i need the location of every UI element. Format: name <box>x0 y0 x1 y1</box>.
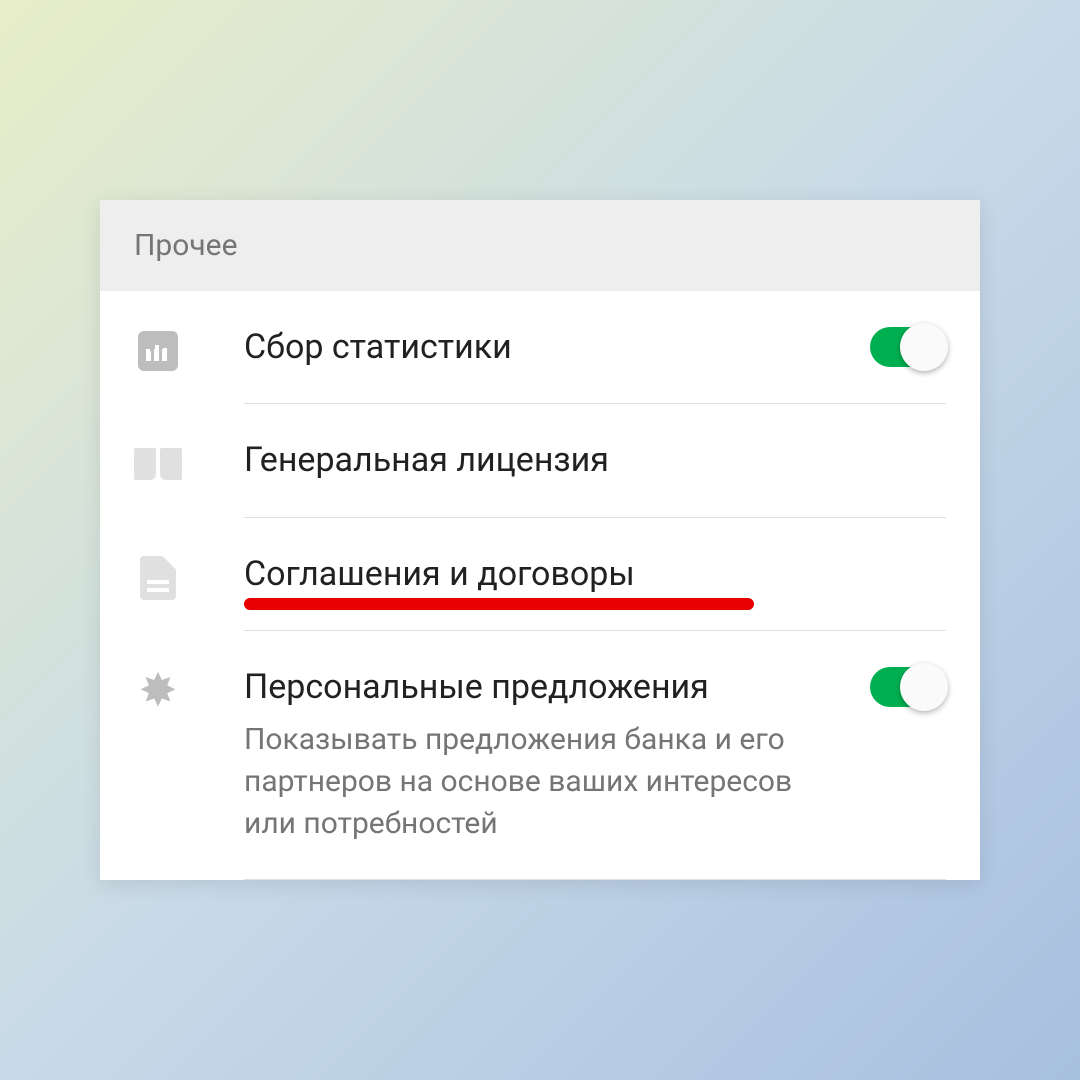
setting-label: Соглашения и договоры <box>244 552 635 596</box>
section-title: Прочее <box>134 228 238 263</box>
settings-card: Прочее Сбор статистики <box>100 200 980 880</box>
setting-description: Показывать предложения банка и его партн… <box>244 719 804 845</box>
setting-license[interactable]: Генеральная лицензия <box>100 404 980 517</box>
setting-agreements[interactable]: Соглашения и договоры <box>100 518 980 631</box>
setting-label: Генеральная лицензия <box>244 438 609 482</box>
setting-label: Сбор статистики <box>244 325 512 369</box>
toggle-thumb <box>900 663 948 711</box>
setting-statistics[interactable]: Сбор статистики <box>100 291 980 404</box>
burst-icon: ✸ <box>134 667 182 715</box>
settings-list: Сбор статистики Генеральная лицензия <box>100 291 980 880</box>
toggle-thumb <box>900 323 948 371</box>
offers-toggle[interactable] <box>870 667 946 707</box>
statistics-toggle[interactable] <box>870 327 946 367</box>
book-icon <box>134 440 182 488</box>
section-header: Прочее <box>100 200 980 291</box>
stats-icon <box>134 327 182 375</box>
setting-offers[interactable]: ✸ Персональные предложения Показывать пр… <box>100 631 980 880</box>
document-icon <box>134 554 182 602</box>
setting-label: Персональные предложения <box>244 665 709 709</box>
highlight-underline <box>244 598 754 610</box>
